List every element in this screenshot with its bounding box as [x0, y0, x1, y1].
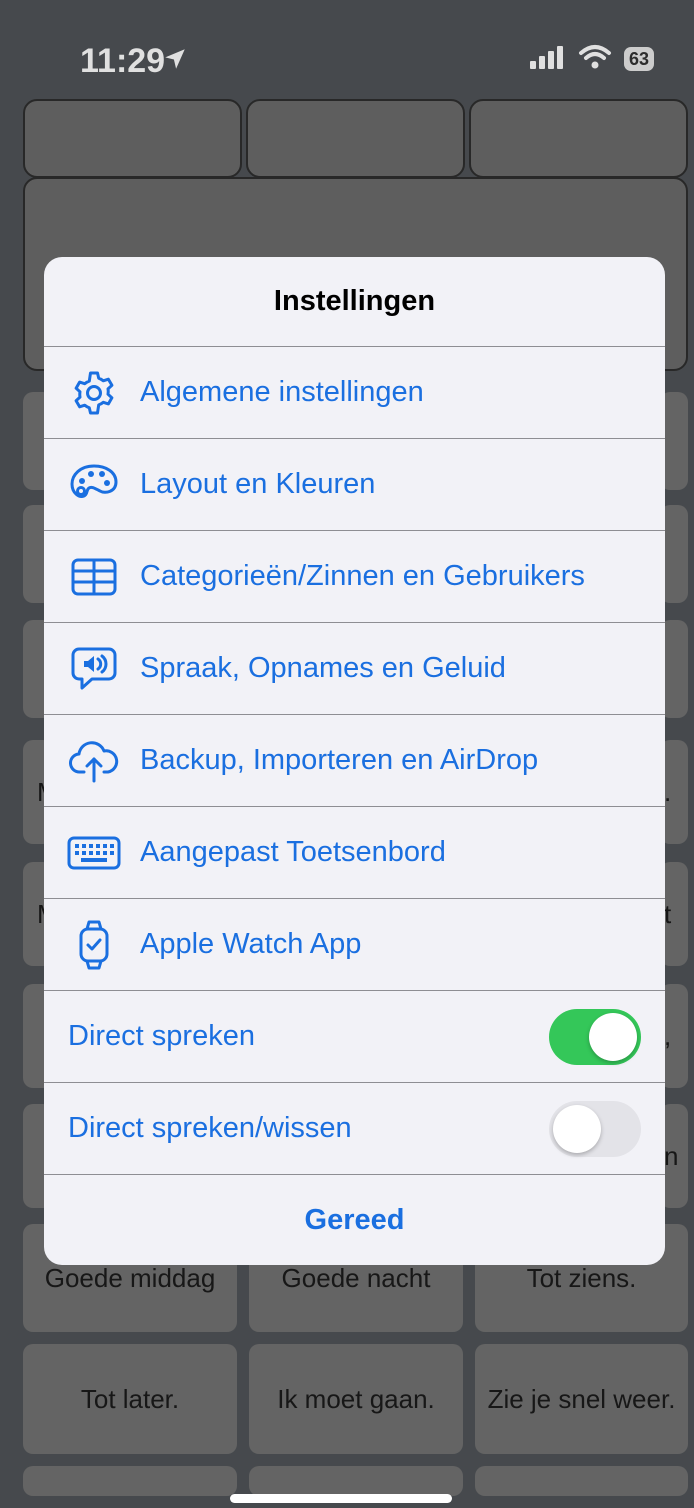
- watch-icon: [66, 917, 122, 973]
- menu-item-label: Backup, Importeren en AirDrop: [140, 744, 539, 776]
- menu-item-label: Apple Watch App: [140, 928, 362, 960]
- menu-item-label: Categorieën/Zinnen en Gebruikers: [140, 560, 585, 592]
- menu-item-speech-sound[interactable]: Spraak, Opnames en Geluid: [44, 623, 665, 715]
- dialog-title: Instellingen: [44, 257, 665, 347]
- toggle-label: Direct spreken: [68, 1020, 255, 1052]
- done-button[interactable]: Gereed: [44, 1175, 665, 1265]
- table-icon: [66, 549, 122, 605]
- menu-item-custom-keyboard[interactable]: Aangepast Toetsenbord: [44, 807, 665, 899]
- menu-item-categories-users[interactable]: Categorieën/Zinnen en Gebruikers: [44, 531, 665, 623]
- menu-item-label: Algemene instellingen: [140, 376, 424, 408]
- menu-item-apple-watch[interactable]: Apple Watch App: [44, 899, 665, 991]
- toggle-knob: [589, 1012, 637, 1061]
- toggle-label: Direct spreken/wissen: [68, 1112, 352, 1144]
- menu-item-backup-import[interactable]: Backup, Importeren en AirDrop: [44, 715, 665, 807]
- home-indicator[interactable]: [230, 1494, 452, 1503]
- direct-speak-clear-toggle[interactable]: [549, 1100, 641, 1157]
- toggle-row-direct-speak: Direct spreken: [44, 991, 665, 1083]
- direct-speak-toggle[interactable]: [549, 1008, 641, 1065]
- gear-icon: [66, 365, 122, 421]
- menu-item-label: Layout en Kleuren: [140, 468, 376, 500]
- menu-item-general-settings[interactable]: Algemene instellingen: [44, 347, 665, 439]
- speaker-bubble-icon: [66, 641, 122, 697]
- menu-item-label: Aangepast Toetsenbord: [140, 836, 446, 868]
- settings-dialog: Instellingen Algemene instellingen Layou…: [44, 257, 665, 1265]
- cloud-upload-icon: [66, 733, 122, 789]
- keyboard-icon: [66, 825, 122, 881]
- toggle-knob: [553, 1104, 601, 1153]
- palette-icon: [66, 457, 122, 513]
- menu-item-layout-colors[interactable]: Layout en Kleuren: [44, 439, 665, 531]
- menu-item-label: Spraak, Opnames en Geluid: [140, 652, 506, 684]
- toggle-row-direct-speak-clear: Direct spreken/wissen: [44, 1083, 665, 1175]
